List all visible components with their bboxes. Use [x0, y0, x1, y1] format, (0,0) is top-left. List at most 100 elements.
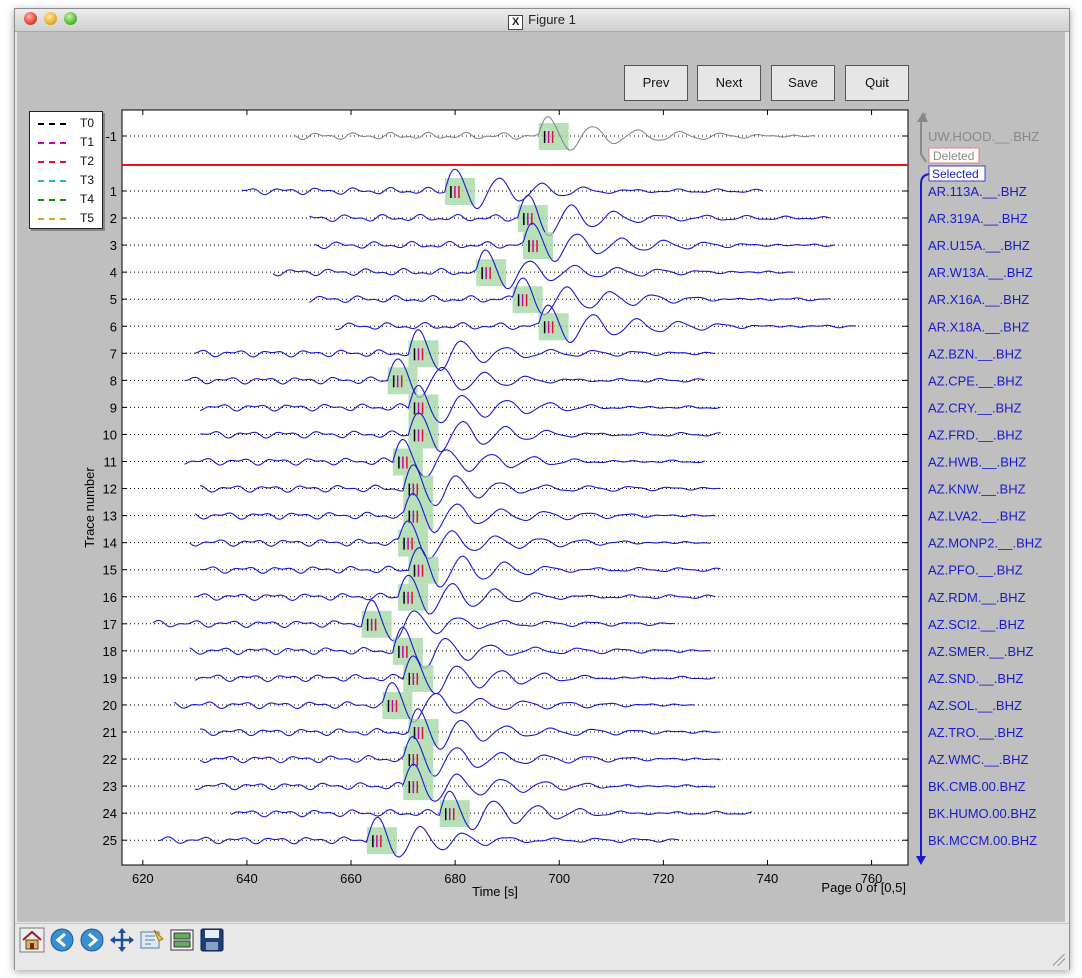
legend-entry: T3: [36, 172, 100, 190]
station-label: AZ.RDM.__.BHZ: [928, 590, 1026, 605]
station-label: AR.319A.__.BHZ: [928, 211, 1028, 226]
figure-canvas[interactable]: 620 640 660 680 700 720 740 760 Time [s] Trace nu…: [17, 32, 1065, 922]
x-tick-label: 700: [548, 871, 570, 886]
trace-number-label: 3: [110, 238, 117, 253]
zoom-rect-icon[interactable]: [139, 927, 165, 953]
station-label: AZ.FRD.__.BHZ: [928, 427, 1023, 442]
station-label: BK.MCCM.00.BHZ: [928, 833, 1037, 848]
station-label: AZ.BZN.__.BHZ: [928, 346, 1022, 361]
station-label: AR.X18A.__.BHZ: [928, 319, 1029, 334]
legend-label: T0: [80, 116, 95, 130]
save-disk-icon[interactable]: [199, 927, 225, 953]
station-label: AZ.MONP2.__.BHZ: [928, 536, 1042, 551]
trace-plot[interactable]: 620 640 660 680 700 720 740 760Time [s]Trace nu…: [17, 32, 1065, 922]
x-tick-label: 740: [757, 871, 779, 886]
deleted-arrow-icon: [917, 112, 928, 122]
trace-number-label: 2: [110, 211, 117, 226]
pick-window-box[interactable]: [403, 664, 434, 692]
legend-line-icon: [38, 218, 66, 220]
window-title-group: X Figure 1: [15, 12, 1069, 30]
station-label: AR.W13A.__.BHZ: [928, 265, 1033, 280]
trace-number-label: -1: [105, 129, 117, 144]
forward-arrow-icon[interactable]: [79, 927, 105, 953]
station-label: AZ.PFO.__.BHZ: [928, 563, 1023, 578]
station-label: AZ.SMER.__.BHZ: [928, 644, 1034, 659]
trace-number-label: 22: [103, 752, 117, 767]
trace-number-label: 19: [103, 671, 117, 686]
trace-number-label: 18: [103, 644, 117, 659]
trace-number-label: 15: [103, 563, 117, 578]
station-label: AZ.CRY.__.BHZ: [928, 400, 1022, 415]
window-title: Figure 1: [528, 12, 576, 27]
trace-number-label: 10: [103, 427, 117, 442]
legend-label: T2: [80, 154, 95, 168]
x-tick-label: 620: [132, 871, 154, 886]
legend-line-icon: [38, 180, 66, 182]
station-label: UW.HOOD.__.BHZ: [928, 129, 1039, 144]
legend-line-icon: [38, 199, 66, 201]
x-tick-label: 680: [444, 871, 466, 886]
next-button[interactable]: Next: [697, 65, 761, 101]
trace-number-label: 20: [103, 698, 117, 713]
station-label: BK.HUMO.00.BHZ: [928, 806, 1036, 821]
legend-line-icon: [38, 161, 66, 163]
legend-line-icon: [38, 123, 66, 125]
trace-number-label: 25: [103, 833, 117, 848]
trace-number-label: 24: [103, 806, 117, 821]
trace-number-label: 8: [110, 373, 117, 388]
deleted-label: Deleted: [933, 149, 974, 163]
legend-entry: T2: [36, 153, 100, 171]
trace-number-label: 14: [103, 536, 117, 551]
x-tick-label: 640: [236, 871, 258, 886]
trace-number-label: 6: [110, 319, 117, 334]
legend-line-icon: [38, 142, 66, 144]
selected-label: Selected: [932, 167, 979, 181]
trace-number-label: 21: [103, 725, 117, 740]
trace-number-label: 17: [103, 617, 117, 632]
figure-window: X Figure 1 620 640 660 680 700 720 740 760 Time […: [14, 8, 1070, 970]
trace-number-label: 12: [103, 482, 117, 497]
x-axis-label: Time [s]: [472, 884, 518, 899]
prev-button[interactable]: Prev: [624, 65, 688, 101]
station-label: AZ.SCI2.__.BHZ: [928, 617, 1025, 632]
station-label: AZ.HWB.__.BHZ: [928, 455, 1026, 470]
station-label: AR.X16A.__.BHZ: [928, 292, 1029, 307]
station-label: AZ.LVA2.__.BHZ: [928, 509, 1026, 524]
station-label: AZ.SND.__.BHZ: [928, 671, 1023, 686]
trace-number-label: 7: [110, 346, 117, 361]
pick-window-box[interactable]: [538, 123, 569, 150]
pick-window-box[interactable]: [439, 800, 470, 828]
navigation-toolbar: [15, 923, 1069, 970]
legend-entry: T5: [36, 210, 100, 228]
legend-label: T5: [80, 211, 95, 225]
home-icon[interactable]: [19, 927, 45, 953]
trace-number-label: 5: [110, 292, 117, 307]
x-tick-label: 720: [652, 871, 674, 886]
station-label: AZ.KNW.__.BHZ: [928, 482, 1026, 497]
legend-label: T1: [80, 135, 95, 149]
trace-number-label: 4: [110, 265, 117, 280]
trace-number-label: 23: [103, 779, 117, 794]
x-tick-label: 660: [340, 871, 362, 886]
plot-area[interactable]: [121, 109, 909, 866]
pan-move-icon[interactable]: [109, 927, 135, 953]
selected-arrow-icon: [916, 856, 926, 865]
subplots-config-icon[interactable]: [169, 927, 195, 953]
trace-number-label: 13: [103, 509, 117, 524]
station-label: AZ.TRO.__.BHZ: [928, 725, 1023, 740]
resize-grip-icon[interactable]: [1053, 954, 1065, 966]
pick-legend: T0 T1 T2 T3 T4 T5: [29, 111, 103, 229]
back-arrow-icon[interactable]: [49, 927, 75, 953]
trace-number-label: 1: [110, 184, 117, 199]
station-label: BK.CMB.00.BHZ: [928, 779, 1026, 794]
trace-number-label: 11: [104, 455, 118, 470]
quit-button[interactable]: Quit: [845, 65, 909, 101]
save-button[interactable]: Save: [771, 65, 835, 101]
legend-entry: T1: [36, 134, 100, 152]
page-indicator: Page 0 of [0,5]: [821, 880, 906, 895]
x11-logo-icon: X: [508, 15, 524, 30]
title-bar[interactable]: X Figure 1: [15, 9, 1069, 32]
trace-number-label: 9: [110, 400, 117, 415]
station-label: AZ.CPE.__.BHZ: [928, 373, 1023, 388]
station-label: AZ.WMC.__.BHZ: [928, 752, 1028, 767]
